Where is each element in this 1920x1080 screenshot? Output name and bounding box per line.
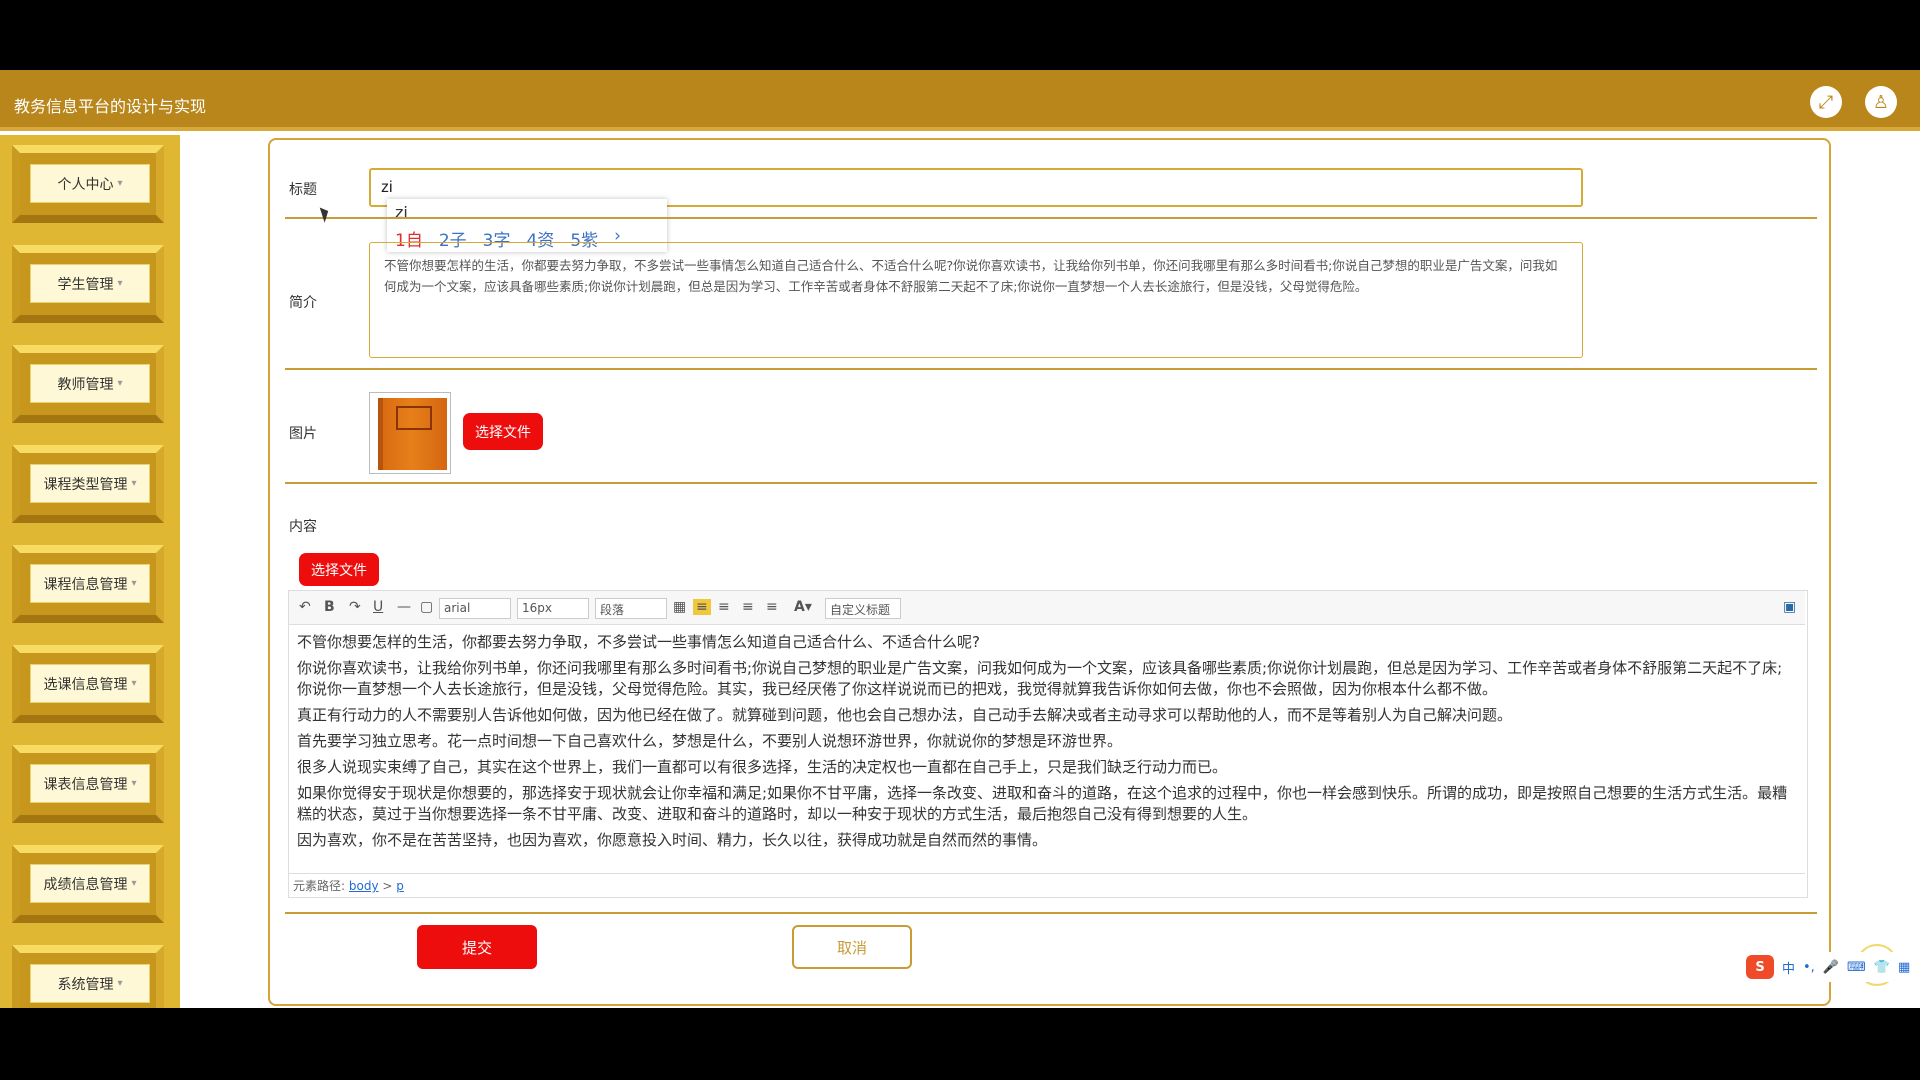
- align-right-icon[interactable]: ≡: [742, 599, 754, 615]
- element-path-body-link[interactable]: body: [349, 879, 379, 893]
- editor-paragraph: 不管你想要怎样的生活，你都要去努力争取，不多尝试一些事情怎么知道自己适合什么、不…: [297, 633, 980, 651]
- sogou-ime-icon[interactable]: S: [1746, 955, 1774, 979]
- divider: [285, 482, 1817, 484]
- sidebar-item-label: 学生管理: [57, 276, 114, 293]
- sidebar-item-label: 教师管理: [57, 376, 114, 393]
- chevron-down-icon: ▾: [131, 678, 137, 689]
- editor-element-path: 元素路径: body > p: [289, 873, 1805, 897]
- sidebar-item-label: 课程类型管理: [43, 476, 128, 493]
- sidebar-item-course-info-management[interactable]: 课程信息管理 ▾: [0, 535, 180, 635]
- sidebar-item-label: 系统管理: [57, 976, 114, 993]
- skin-icon[interactable]: 👕: [1874, 960, 1890, 975]
- divider: [285, 368, 1817, 370]
- menu-grid-icon[interactable]: ▦: [1898, 960, 1910, 975]
- intro-label: 简介: [289, 295, 317, 311]
- rich-text-editor: ↶ B ↷ U — ▢ arial 16px 段落 ▦ ≡ ≡ ≡ ≡ A▾ 自…: [288, 590, 1808, 898]
- ime-pinyin: zi: [395, 203, 408, 222]
- chevron-down-icon: ▾: [131, 878, 137, 889]
- sidebar-item-label: 课程信息管理: [43, 576, 128, 593]
- ime-toolbar: S 中 •, 🎤 ⌨ 👕 ▦: [1742, 952, 1920, 982]
- font-color-icon[interactable]: A▾: [794, 599, 812, 615]
- editor-paragraph: 因为喜欢，你不是在苦苦坚持，也因为喜欢，你愿意投入时间、精力，长久以往，获得成功…: [297, 831, 1048, 849]
- app-screen: 教务信息平台的设计与实现 ⤢ ♙ 个人中心 ▾ 学生管理 ▾ 教师管理 ▾ 课程类型管…: [0, 70, 1920, 1008]
- element-path-label: 元素路径:: [293, 879, 346, 893]
- chevron-down-icon: ▾: [117, 278, 123, 289]
- chevron-down-icon: ▾: [117, 978, 123, 989]
- font-family-select[interactable]: arial: [439, 598, 511, 619]
- choose-image-file-button[interactable]: 选择文件: [463, 413, 543, 450]
- undo-icon[interactable]: ↶: [299, 599, 311, 615]
- intro-textarea[interactable]: 不管你想要怎样的生活，你都要去努力争取，不多尝试一些事情怎么知道自己适合什么、不…: [369, 242, 1583, 358]
- redo-icon[interactable]: ↷: [349, 599, 361, 615]
- editor-paragraph: 首先要学习独立思考。花一点时间想一下自己喜欢什么，梦想是什么，不要别人说想环游世…: [297, 732, 1123, 750]
- editor-toolbar: ↶ B ↷ U — ▢ arial 16px 段落 ▦ ≡ ≡ ≡ ≡ A▾ 自…: [289, 591, 1805, 625]
- content-label: 内容: [289, 519, 317, 535]
- chevron-down-icon: ▾: [131, 578, 137, 589]
- sidebar-item-label: 课表信息管理: [43, 776, 128, 793]
- fullscreen-icon[interactable]: ⤢: [1810, 86, 1842, 118]
- divider: [285, 912, 1817, 914]
- top-header: 教务信息平台的设计与实现 ⤢ ♙: [0, 70, 1920, 131]
- sidebar-item-course-selection-management[interactable]: 选课信息管理 ▾: [0, 635, 180, 735]
- microphone-icon[interactable]: 🎤: [1823, 960, 1839, 975]
- ime-punctuation-icon[interactable]: •,: [1803, 960, 1815, 975]
- clear-format-icon[interactable]: ▢: [420, 599, 433, 615]
- image-preview: [369, 392, 451, 474]
- chevron-down-icon: ▾: [117, 178, 123, 189]
- app-title: 教务信息平台的设计与实现: [14, 97, 207, 116]
- sidebar-item-timetable-management[interactable]: 课表信息管理 ▾: [0, 735, 180, 835]
- chevron-down-icon: ▾: [131, 778, 137, 789]
- sidebar-item-teacher-management[interactable]: 教师管理 ▾: [0, 335, 180, 435]
- editor-content[interactable]: 不管你想要怎样的生活，你都要去努力争取，不多尝试一些事情怎么知道自己适合什么、不…: [297, 632, 1797, 856]
- sidebar: 个人中心 ▾ 学生管理 ▾ 教师管理 ▾ 课程类型管理 ▾ 课程信息管理 ▾ 选课信息管理…: [0, 135, 180, 1008]
- table-icon[interactable]: ▦: [673, 599, 686, 615]
- image-label: 图片: [289, 426, 317, 442]
- editor-paragraph: 如果你觉得安于现状是你想要的，那选择安于现状就会让你幸福和满足;如果你不甘平庸，…: [297, 784, 1788, 823]
- horizontal-rule-icon[interactable]: —: [397, 599, 411, 615]
- sidebar-item-label: 个人中心: [57, 176, 114, 193]
- sidebar-item-student-management[interactable]: 学生管理 ▾: [0, 235, 180, 335]
- paragraph-select[interactable]: 段落: [595, 598, 667, 619]
- editor-paragraph: 很多人说现实束缚了自己，其实在这个世界上，我们一直都可以有很多选择，生活的决定权…: [297, 758, 1228, 776]
- editor-paragraph: 真正有行动力的人不需要别人告诉他如何做，因为他已经在做了。就算碰到问题，他也会自…: [297, 706, 1513, 724]
- ime-mode-icon[interactable]: 中: [1782, 958, 1795, 977]
- choose-content-file-button[interactable]: 选择文件: [299, 553, 379, 586]
- sidebar-item-grade-management[interactable]: 成绩信息管理 ▾: [0, 835, 180, 935]
- editor-paragraph: 你说你喜欢读书，让我给你列书单，你还问我哪里有那么多时间看书;你说自己梦想的职业…: [297, 659, 1783, 698]
- sidebar-item-course-type-management[interactable]: 课程类型管理 ▾: [0, 435, 180, 535]
- book-cover-image: [378, 398, 447, 470]
- sidebar-item-system-management[interactable]: 系统管理 ▾: [0, 935, 180, 1008]
- title-label: 标题: [289, 182, 317, 198]
- bold-icon[interactable]: B: [324, 599, 335, 615]
- divider: [285, 217, 1817, 219]
- custom-title-select[interactable]: 自定义标题: [825, 598, 901, 619]
- font-size-select[interactable]: 16px: [517, 598, 589, 619]
- justify-icon[interactable]: ≡: [766, 599, 778, 615]
- element-path-p-link[interactable]: p: [396, 879, 404, 893]
- sidebar-item-personal-center[interactable]: 个人中心 ▾: [0, 135, 180, 235]
- fullscreen-icon[interactable]: ▣: [1783, 599, 1796, 615]
- align-left-icon[interactable]: ≡: [693, 599, 711, 615]
- element-path-separator: >: [382, 879, 393, 893]
- user-icon[interactable]: ♙: [1865, 86, 1897, 118]
- cancel-button[interactable]: 取消: [792, 925, 912, 969]
- keyboard-icon[interactable]: ⌨: [1847, 960, 1866, 975]
- sidebar-item-label: 成绩信息管理: [43, 876, 128, 893]
- underline-icon[interactable]: U: [373, 599, 383, 615]
- chevron-down-icon: ▾: [131, 478, 137, 489]
- chevron-down-icon: ▾: [117, 378, 123, 389]
- align-center-icon[interactable]: ≡: [718, 599, 730, 615]
- sidebar-item-label: 选课信息管理: [43, 676, 128, 693]
- submit-button[interactable]: 提交: [417, 925, 537, 969]
